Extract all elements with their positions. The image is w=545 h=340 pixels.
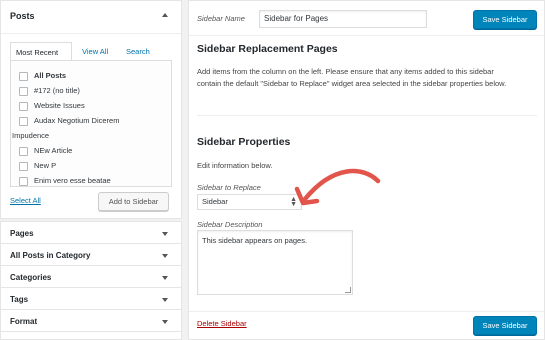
accordion-format[interactable]: Format [0,309,182,332]
replacement-pages-title: Sidebar Replacement Pages [197,43,338,55]
sidebar-description-label: Sidebar Description [197,220,263,229]
list-item[interactable]: New P [19,159,56,173]
accordion-all-posts-in-category[interactable]: All Posts in Category [0,243,182,266]
replacement-description: Add items from the column on the left. P… [197,67,507,88]
resize-grip-icon[interactable] [345,287,351,293]
checkbox[interactable] [19,161,28,171]
list-item-label: Impudence [12,131,50,140]
list-item-label: Enim vero esse beatae [34,176,111,185]
accordion-label: Pages [10,229,34,238]
list-item[interactable]: #172 (no title) [19,84,80,98]
chevron-down-icon [162,276,168,280]
checkbox[interactable] [19,116,28,126]
list-item[interactable]: Website Issues [19,99,85,113]
save-sidebar-button-top[interactable]: Save Sidebar [473,10,537,29]
accordion-label: All Posts in Category [10,251,91,260]
posts-panel: Posts Most Recent View All Search All Po… [0,0,182,219]
list-item-label: New P [34,161,57,170]
save-sidebar-button-bottom[interactable]: Save Sidebar [473,316,537,335]
accordion-more [0,331,182,340]
accordion-categories[interactable]: Categories [0,265,182,288]
list-item-label: Website Issues [34,101,85,110]
sidebar-properties-title: Sidebar Properties [197,136,291,148]
posts-panel-title: Posts [10,11,35,21]
tab-view-all[interactable]: View All [77,42,113,61]
chevron-down-icon [162,320,168,324]
add-to-sidebar-button[interactable]: Add to Sidebar [98,192,169,211]
list-item[interactable]: NEw Article [19,144,72,158]
list-item-label: NEw Article [34,146,73,155]
chevron-down-icon [162,298,168,302]
accordion-label: Tags [10,295,29,304]
list-item[interactable]: Enim vero esse beatae [19,174,111,186]
annotation-arrow-icon [294,168,381,206]
chevron-down-icon [162,254,168,258]
sidebar-to-replace-label: Sidebar to Replace [197,183,261,192]
list-item-label: #172 (no title) [34,86,80,95]
accordion-tags[interactable]: Tags [0,287,182,310]
list-item-label: All Posts [34,71,67,80]
select-all-link[interactable]: Select All [10,196,41,205]
checkbox[interactable] [19,86,28,96]
textarea-value: This sidebar appears on pages. [202,236,308,245]
sidebar-name-input[interactable]: Sidebar for Pages [259,10,427,28]
checkbox[interactable] [19,176,28,186]
sidebar-to-replace-select[interactable]: Sidebar ▲ ▼ [197,194,302,210]
list-item[interactable]: Audax Negotium Dicerem [19,114,119,128]
list-item[interactable]: Impudence [12,129,49,143]
menu-items-column: Posts Most Recent View All Search All Po… [0,0,182,340]
footer-divider [189,311,544,312]
sidebar-description-textarea[interactable]: This sidebar appears on pages. [197,230,353,295]
accordion-label: Format [10,317,38,326]
posts-tabs: Most Recent View All Search [10,42,172,61]
collapse-up-icon[interactable] [162,13,168,17]
tab-search[interactable]: Search [121,42,155,61]
delete-sidebar-link[interactable]: Delete Sidebar [197,319,247,328]
checkbox[interactable] [19,146,28,156]
tab-most-recent[interactable]: Most Recent [10,42,72,61]
sidebar-name-label: Sidebar Name [197,14,245,23]
list-item-label: Audax Negotium Dicerem [34,116,120,125]
accordion-pages[interactable]: Pages [0,221,182,244]
checkbox[interactable] [19,101,28,111]
accordion-label: Categories [10,273,52,282]
edit-info-text: Edit information below. [197,161,273,170]
divider [197,115,537,116]
sidebar-editor-panel: Sidebar Name Sidebar for Pages Save Side… [188,0,545,340]
checkbox[interactable] [19,71,28,81]
editor-header: Sidebar Name Sidebar for Pages Save Side… [189,1,544,36]
list-item[interactable]: All Posts [19,69,66,83]
select-value: Sidebar [202,197,228,206]
posts-checklist: All Posts #172 (no title) Website Issues… [10,60,172,187]
posts-panel-header[interactable]: Posts [1,1,181,34]
chevron-down-icon [162,232,168,236]
